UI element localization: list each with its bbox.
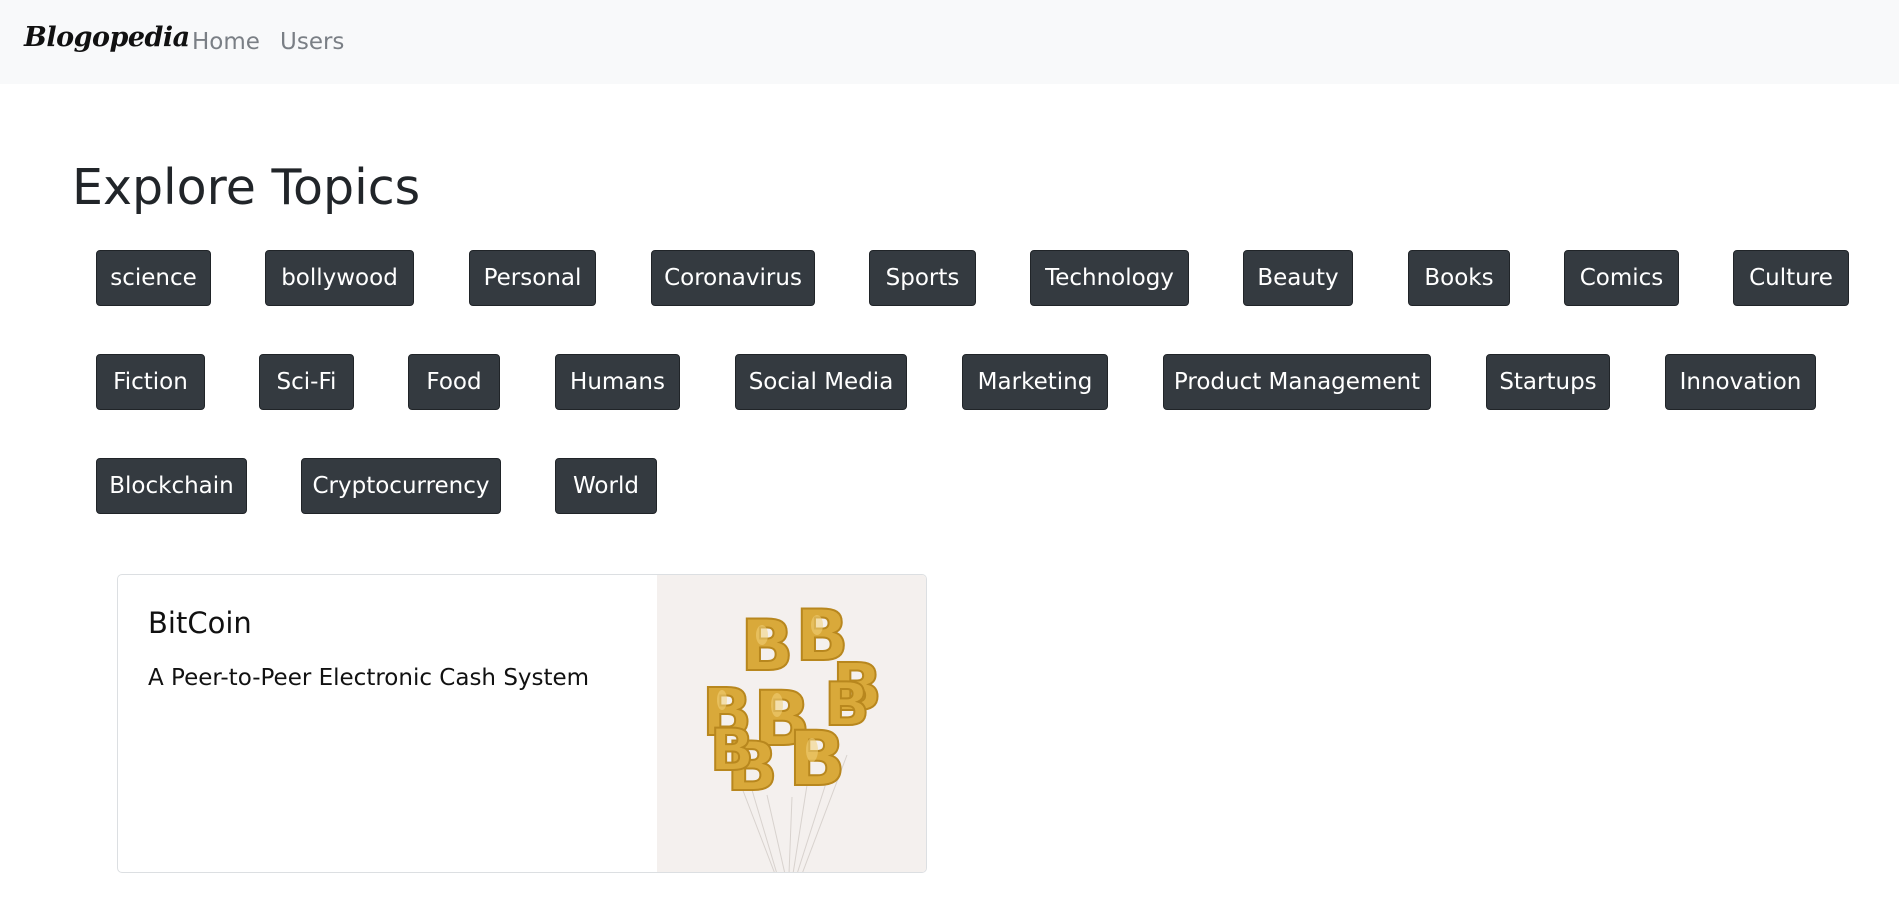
topic-beauty[interactable]: Beauty bbox=[1243, 250, 1353, 306]
topic-technology[interactable]: Technology bbox=[1030, 250, 1189, 306]
topic-personal[interactable]: Personal bbox=[469, 250, 596, 306]
svg-text:B: B bbox=[824, 670, 870, 740]
blog-card-bitcoin[interactable]: BitCoin A Peer-to-Peer Electronic Cash S… bbox=[117, 574, 927, 873]
nav-link-home[interactable]: Home bbox=[192, 29, 260, 55]
topic-sports[interactable]: Sports bbox=[869, 250, 976, 306]
svg-text:B: B bbox=[710, 716, 754, 784]
topic-culture[interactable]: Culture bbox=[1733, 250, 1849, 306]
topic-world[interactable]: World bbox=[555, 458, 657, 514]
card-description: A Peer-to-Peer Electronic Cash System bbox=[148, 665, 590, 691]
navbar: Blogopedia Home Users bbox=[0, 0, 1899, 84]
topic-marketing[interactable]: Marketing bbox=[962, 354, 1108, 410]
card-title[interactable]: BitCoin bbox=[148, 606, 252, 640]
topic-innovation[interactable]: Innovation bbox=[1665, 354, 1816, 410]
topic-books[interactable]: Books bbox=[1408, 250, 1510, 306]
page-title: Explore Topics bbox=[72, 159, 421, 216]
nav-link-users[interactable]: Users bbox=[280, 29, 344, 55]
topic-humans[interactable]: Humans bbox=[555, 354, 680, 410]
gold-bitcoin-balloons-image: B B B B B B B B B bbox=[657, 575, 926, 872]
topic-sci-fi[interactable]: Sci-Fi bbox=[259, 354, 354, 410]
topic-science[interactable]: science bbox=[96, 250, 211, 306]
topic-food[interactable]: Food bbox=[408, 354, 500, 410]
topic-comics[interactable]: Comics bbox=[1564, 250, 1679, 306]
topic-fiction[interactable]: Fiction bbox=[96, 354, 205, 410]
topic-product-management[interactable]: Product Management bbox=[1163, 354, 1431, 410]
topic-blockchain[interactable]: Blockchain bbox=[96, 458, 247, 514]
topic-bollywood[interactable]: bollywood bbox=[265, 250, 414, 306]
brand-logo[interactable]: Blogopedia bbox=[24, 22, 190, 53]
topic-startups[interactable]: Startups bbox=[1486, 354, 1610, 410]
topic-social-media[interactable]: Social Media bbox=[735, 354, 907, 410]
topic-cryptocurrency[interactable]: Cryptocurrency bbox=[301, 458, 501, 514]
topic-coronavirus[interactable]: Coronavirus bbox=[651, 250, 815, 306]
